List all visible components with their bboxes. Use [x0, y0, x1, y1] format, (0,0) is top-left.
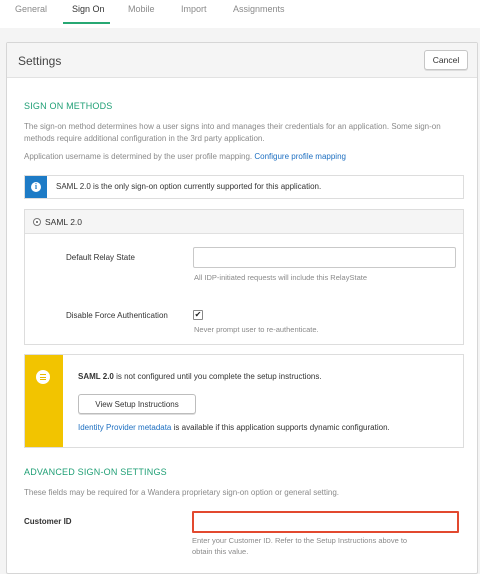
warning-method-name: SAML 2.0: [78, 372, 114, 381]
panel-title: Settings: [18, 54, 62, 68]
sign-on-methods-heading: SIGN ON METHODS: [24, 101, 113, 111]
setup-warning-box: SAML 2.0 is not configured until you com…: [24, 354, 464, 448]
tab-sign-on[interactable]: Sign On: [72, 4, 105, 14]
idp-metadata-link[interactable]: Identity Provider metadata: [78, 423, 171, 432]
tab-bar: General Sign On Mobile Import Assignment…: [0, 0, 480, 28]
username-mapping-text: Application username is determined by th…: [24, 151, 464, 163]
idp-metadata-message: is available if this application support…: [173, 423, 390, 432]
saml-radio-button[interactable]: [33, 218, 41, 226]
force-auth-label: Disable Force Authentication: [66, 311, 168, 320]
saml-method-header: SAML 2.0: [25, 210, 463, 234]
advanced-settings-description: These fields may be required for a Wande…: [24, 488, 339, 497]
tab-mobile[interactable]: Mobile: [128, 4, 155, 14]
radio-selected-dot: [36, 221, 38, 223]
settings-panel: Settings Cancel SIGN ON METHODS The sign…: [6, 42, 478, 574]
sign-on-description: The sign-on method determines how a user…: [24, 122, 441, 143]
cancel-button[interactable]: Cancel: [424, 50, 468, 70]
saml-method-label: SAML 2.0: [45, 217, 83, 227]
panel-header: Settings Cancel: [7, 43, 477, 78]
username-mapping-label: Application username is determined by th…: [24, 152, 253, 161]
active-tab-indicator: [63, 22, 110, 24]
configure-profile-mapping-link[interactable]: Configure profile mapping: [254, 152, 346, 161]
customer-id-label: Customer ID: [24, 517, 72, 526]
force-auth-checkbox[interactable]: ✔: [193, 310, 203, 320]
saml-method-box: SAML 2.0 Default Relay State All IDP-ini…: [24, 209, 464, 345]
tab-general[interactable]: General: [15, 4, 47, 14]
relay-state-label: Default Relay State: [66, 253, 135, 262]
setup-warning-text: SAML 2.0 is not configured until you com…: [78, 372, 322, 381]
warning-stripe: [25, 355, 63, 447]
tab-assignments[interactable]: Assignments: [233, 4, 285, 14]
customer-id-hint-continued: obtain this value.: [192, 547, 249, 556]
info-icon-column: i: [25, 176, 47, 198]
force-auth-hint: Never prompt user to re-authenticate.: [194, 325, 319, 334]
idp-metadata-text: Identity Provider metadata is available …: [78, 423, 390, 432]
tab-import[interactable]: Import: [181, 4, 207, 14]
info-icon: i: [31, 182, 41, 192]
relay-state-hint: All IDP-initiated requests will include …: [194, 273, 367, 282]
info-banner: i SAML 2.0 is the only sign-on option cu…: [24, 175, 464, 199]
advanced-settings-heading: ADVANCED SIGN-ON SETTINGS: [24, 467, 167, 477]
info-banner-text: SAML 2.0 is the only sign-on option curr…: [56, 182, 322, 191]
customer-id-input[interactable]: [192, 511, 459, 533]
warning-message: is not configured until you complete the…: [116, 372, 322, 381]
list-icon: [36, 370, 50, 384]
relay-state-input[interactable]: [193, 247, 456, 268]
customer-id-hint: Enter your Customer ID. Refer to the Set…: [192, 536, 408, 545]
view-setup-instructions-button[interactable]: View Setup Instructions: [78, 394, 196, 414]
